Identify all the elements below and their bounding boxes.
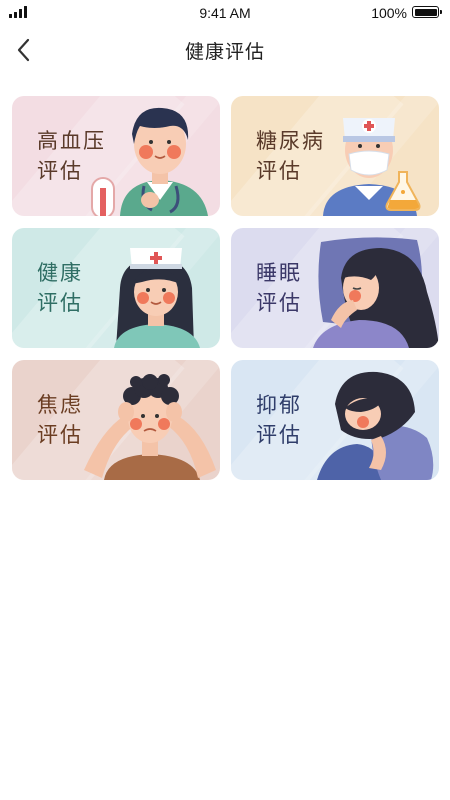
depression-assessment-card[interactable]: 抑郁 评估 <box>231 360 439 480</box>
card-label: 高血压 评估 <box>37 126 106 186</box>
card-title: 健康 <box>37 261 83 285</box>
anxiety-assessment-card[interactable]: 焦虑 评估 <box>12 360 220 480</box>
card-title: 糖尿病 <box>256 129 325 153</box>
health-assessment-card[interactable]: 健康 评估 <box>12 228 220 348</box>
sleep-assessment-card[interactable]: 睡眠 评估 <box>231 228 439 348</box>
card-subtitle: 评估 <box>256 291 302 315</box>
card-subtitle: 评估 <box>256 159 302 183</box>
card-subtitle: 评估 <box>37 291 83 315</box>
card-label: 抑郁 评估 <box>256 390 302 450</box>
card-title: 高血压 <box>37 129 106 153</box>
card-label: 健康 评估 <box>37 258 83 318</box>
navigation-bar: 健康评估 <box>0 28 450 72</box>
battery-icon <box>412 6 442 18</box>
card-label: 糖尿病 评估 <box>256 126 325 186</box>
card-title: 睡眠 <box>256 261 302 285</box>
card-label: 焦虑 评估 <box>37 390 83 450</box>
hypertension-assessment-card[interactable]: 高血压 评估 <box>12 96 220 216</box>
card-label: 睡眠 评估 <box>256 258 302 318</box>
card-subtitle: 评估 <box>37 159 83 183</box>
diabetes-assessment-card[interactable]: 糖尿病 评估 <box>231 96 439 216</box>
page-title: 健康评估 <box>184 41 265 63</box>
card-title: 抑郁 <box>256 393 302 417</box>
card-title: 焦虑 <box>37 393 83 417</box>
battery-percentage: 100% <box>371 5 407 21</box>
card-subtitle: 评估 <box>256 423 302 447</box>
status-bar: 9:41 AM 100% <box>0 0 450 28</box>
card-subtitle: 评估 <box>37 423 83 447</box>
